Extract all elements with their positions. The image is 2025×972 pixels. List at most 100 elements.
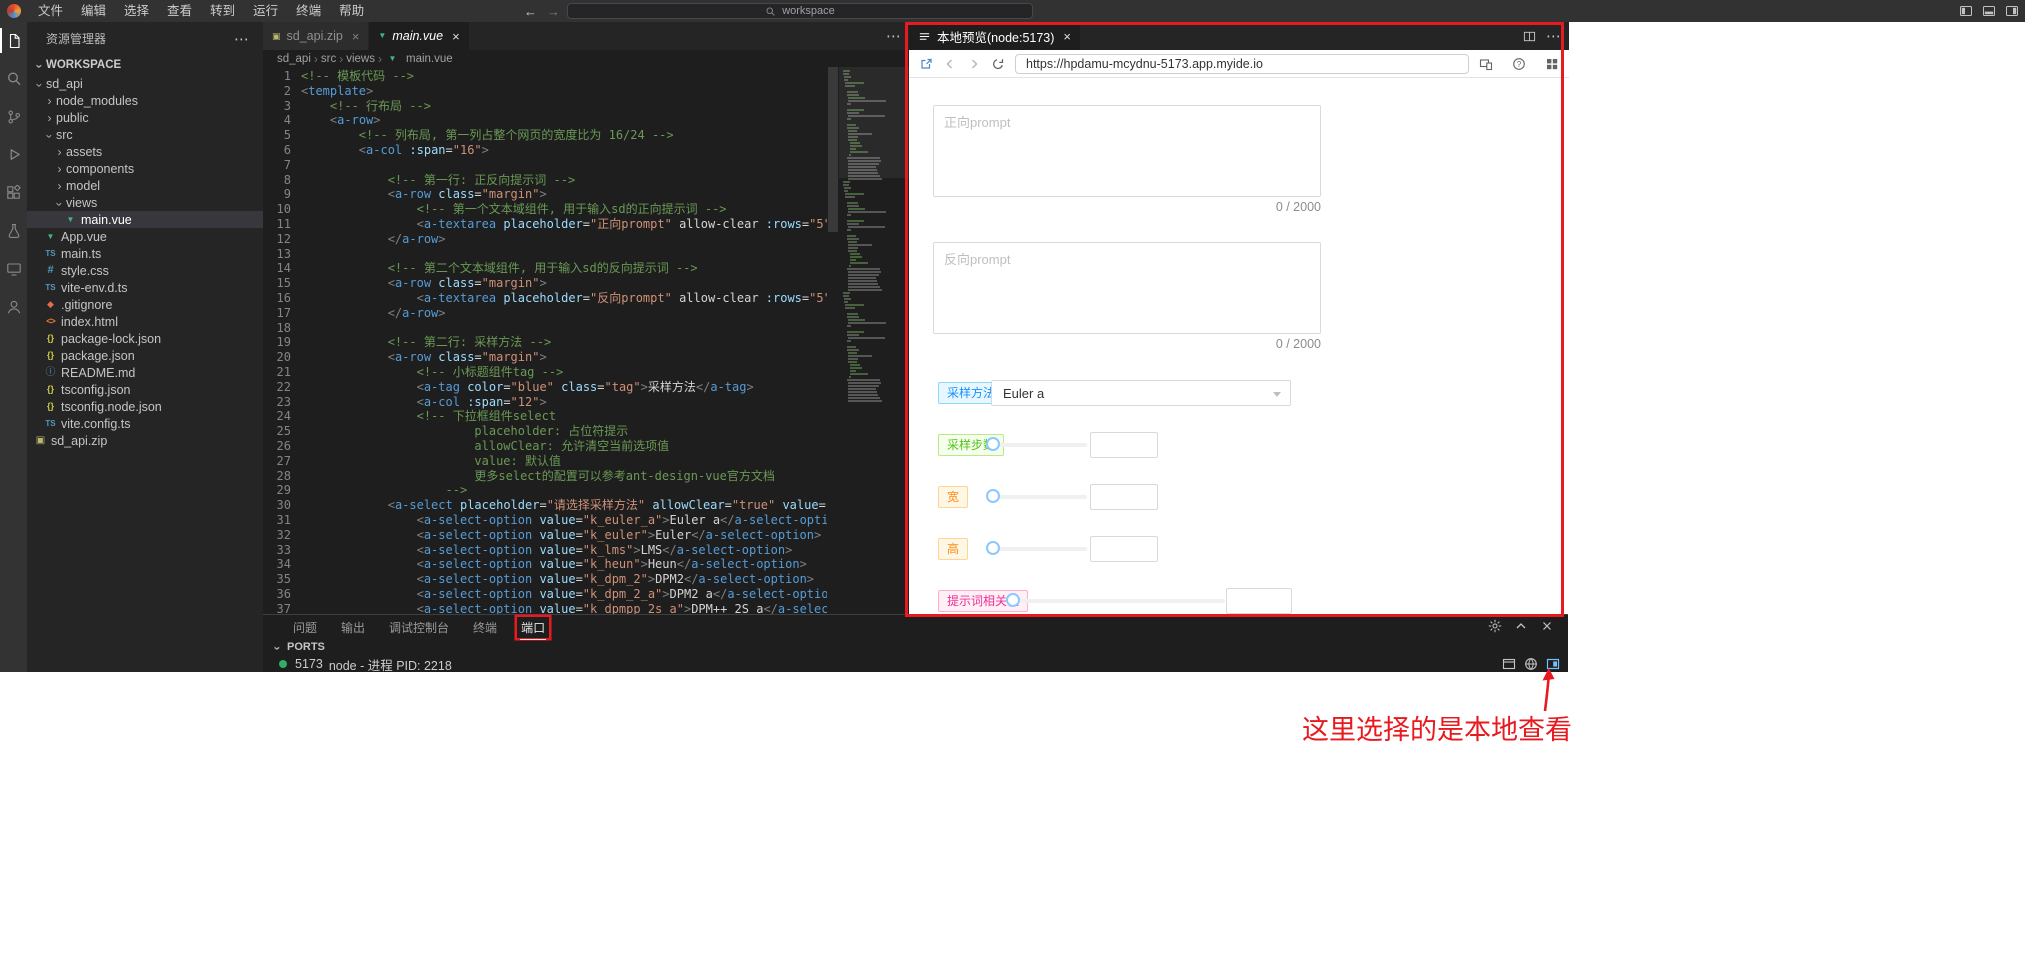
tree-item-node_modules[interactable]: ›node_modules xyxy=(27,92,263,109)
panel-tab-2[interactable]: 调试控制台 xyxy=(385,617,453,638)
history-forward-icon[interactable]: → xyxy=(547,4,560,19)
tree-item-main.vue[interactable]: ▼main.vue xyxy=(27,211,263,228)
tab-local-preview[interactable]: 本地预览(node:5173) × xyxy=(909,22,1081,50)
layout-panel-icon[interactable] xyxy=(1982,4,1996,18)
tree-item-components[interactable]: ›components xyxy=(27,160,263,177)
activity-item-source-control[interactable] xyxy=(0,108,27,125)
close-icon[interactable] xyxy=(1540,619,1554,633)
tree-item-src[interactable]: ›src xyxy=(27,126,263,143)
tree-item-sd_api.zip[interactable]: ▣sd_api.zip xyxy=(27,432,263,449)
menu-item-5[interactable]: 运行 xyxy=(244,0,287,22)
panel-tab-0[interactable]: 问题 xyxy=(289,617,321,638)
workspace-search[interactable]: workspace xyxy=(567,3,1033,19)
preview-editor-icon[interactable] xyxy=(1546,657,1560,671)
minimap[interactable] xyxy=(839,67,909,614)
scrollbar-thumb[interactable] xyxy=(828,67,838,232)
tab-sd_api-zip[interactable]: ▣ sd_api.zip × xyxy=(263,22,369,50)
open-external-button[interactable] xyxy=(919,57,933,71)
tree-item-vite.config.ts[interactable]: TSvite.config.ts xyxy=(27,415,263,432)
number-input[interactable] xyxy=(1226,588,1292,614)
code-editor[interactable]: 1234567891011121314151617181920212223242… xyxy=(263,67,909,614)
tab-main-vue[interactable]: ▼ main.vue × xyxy=(369,22,469,50)
tree-item-main.ts[interactable]: TSmain.ts xyxy=(27,245,263,262)
tree-item-model[interactable]: ›model xyxy=(27,177,263,194)
tree-item-.gitignore[interactable]: ◆.gitignore xyxy=(27,296,263,313)
more-actions-icon[interactable]: ⋯ xyxy=(234,30,249,48)
slider-handle[interactable] xyxy=(986,437,1000,451)
app-logo-icon[interactable] xyxy=(7,4,21,18)
slider-handle[interactable] xyxy=(986,489,1000,503)
prompt-textarea-1[interactable] xyxy=(933,242,1321,334)
breadcrumb-item-2[interactable]: views xyxy=(346,53,375,65)
breadcrumb-item-0[interactable]: sd_api xyxy=(277,53,311,65)
close-icon[interactable]: × xyxy=(452,29,460,44)
tree-item-tsconfig.json[interactable]: {}tsconfig.json xyxy=(27,381,263,398)
back-button[interactable] xyxy=(943,57,957,71)
activity-item-explorer[interactable] xyxy=(0,32,27,49)
menu-item-6[interactable]: 终端 xyxy=(287,0,330,22)
menu-item-4[interactable]: 转到 xyxy=(201,0,244,22)
editor-scrollbar[interactable] xyxy=(827,67,839,614)
close-icon[interactable]: × xyxy=(352,29,360,44)
breadcrumb-item-1[interactable]: src xyxy=(321,53,336,65)
activity-item-account[interactable] xyxy=(0,298,27,315)
workspace-section-header[interactable]: › WORKSPACE xyxy=(27,55,263,75)
refresh-button[interactable] xyxy=(991,57,1005,71)
tree-item-vite-env.d.ts[interactable]: TSvite-env.d.ts xyxy=(27,279,263,296)
device-toolbar-button[interactable] xyxy=(1479,57,1493,71)
slider-rail[interactable] xyxy=(995,495,1087,499)
settings-icon[interactable] xyxy=(1488,619,1502,633)
breadcrumb-item-3[interactable]: ▼main.vue xyxy=(385,53,453,65)
activity-item-remote[interactable] xyxy=(0,260,27,277)
panel-tab-4[interactable]: 端口 xyxy=(517,617,549,638)
slider-handle[interactable] xyxy=(986,541,1000,555)
tree-item-sd_api[interactable]: ›sd_api xyxy=(27,75,263,92)
close-icon[interactable]: × xyxy=(1063,29,1071,44)
tree-item-App.vue[interactable]: ▼App.vue xyxy=(27,228,263,245)
port-row[interactable]: 5173 node - 进程 PID: 2218 xyxy=(263,655,1568,673)
tree-item-views[interactable]: ›views xyxy=(27,194,263,211)
menu-item-0[interactable]: 文件 xyxy=(29,0,72,22)
slider-rail[interactable] xyxy=(1015,599,1225,603)
menu-item-1[interactable]: 编辑 xyxy=(72,0,115,22)
history-back-icon[interactable]: ← xyxy=(524,4,537,19)
tree-item-package-lock.json[interactable]: {}package-lock.json xyxy=(27,330,263,347)
tree-item-package.json[interactable]: {}package.json xyxy=(27,347,263,364)
layout-secondary-icon[interactable] xyxy=(2005,4,2019,18)
menu-item-2[interactable]: 选择 xyxy=(115,0,158,22)
globe-icon[interactable] xyxy=(1524,657,1538,671)
grid-button[interactable] xyxy=(1545,57,1559,71)
more-actions-icon[interactable]: ⋯ xyxy=(1546,27,1561,45)
menu-item-7[interactable]: 帮助 xyxy=(330,0,373,22)
url-input[interactable] xyxy=(1015,54,1469,74)
slider-rail[interactable] xyxy=(995,547,1087,551)
slider-handle[interactable] xyxy=(1006,593,1020,607)
menu-item-3[interactable]: 查看 xyxy=(158,0,201,22)
panel-tab-1[interactable]: 输出 xyxy=(337,617,369,638)
tree-item-index.html[interactable]: <>index.html xyxy=(27,313,263,330)
number-input[interactable] xyxy=(1090,432,1158,458)
split-editor-icon[interactable] xyxy=(1523,30,1536,43)
ports-section-header[interactable]: › PORTS xyxy=(263,639,1568,655)
forward-button[interactable] xyxy=(967,57,981,71)
layout-sidebar-icon[interactable] xyxy=(1959,4,1973,18)
browser-window-icon[interactable] xyxy=(1502,657,1516,671)
prompt-textarea-0[interactable] xyxy=(933,105,1321,197)
help-button[interactable]: ? xyxy=(1512,57,1526,71)
panel-tab-3[interactable]: 终端 xyxy=(469,617,501,638)
tree-item-assets[interactable]: ›assets xyxy=(27,143,263,160)
tree-item-public[interactable]: ›public xyxy=(27,109,263,126)
tree-item-README.md[interactable]: ⓘREADME.md xyxy=(27,364,263,381)
slider-rail[interactable] xyxy=(995,443,1087,447)
more-actions-icon[interactable]: ⋯ xyxy=(886,27,901,45)
sampler-select[interactable]: Euler a xyxy=(991,380,1291,406)
chevron-up-icon[interactable] xyxy=(1514,619,1528,633)
activity-item-run-debug[interactable] xyxy=(0,146,27,163)
number-input[interactable] xyxy=(1090,536,1158,562)
tree-item-style.css[interactable]: #style.css xyxy=(27,262,263,279)
activity-item-search[interactable] xyxy=(0,70,27,87)
activity-item-extensions[interactable] xyxy=(0,184,27,201)
activity-item-testing[interactable] xyxy=(0,222,27,239)
tree-item-tsconfig.node.json[interactable]: {}tsconfig.node.json xyxy=(27,398,263,415)
number-input[interactable] xyxy=(1090,484,1158,510)
